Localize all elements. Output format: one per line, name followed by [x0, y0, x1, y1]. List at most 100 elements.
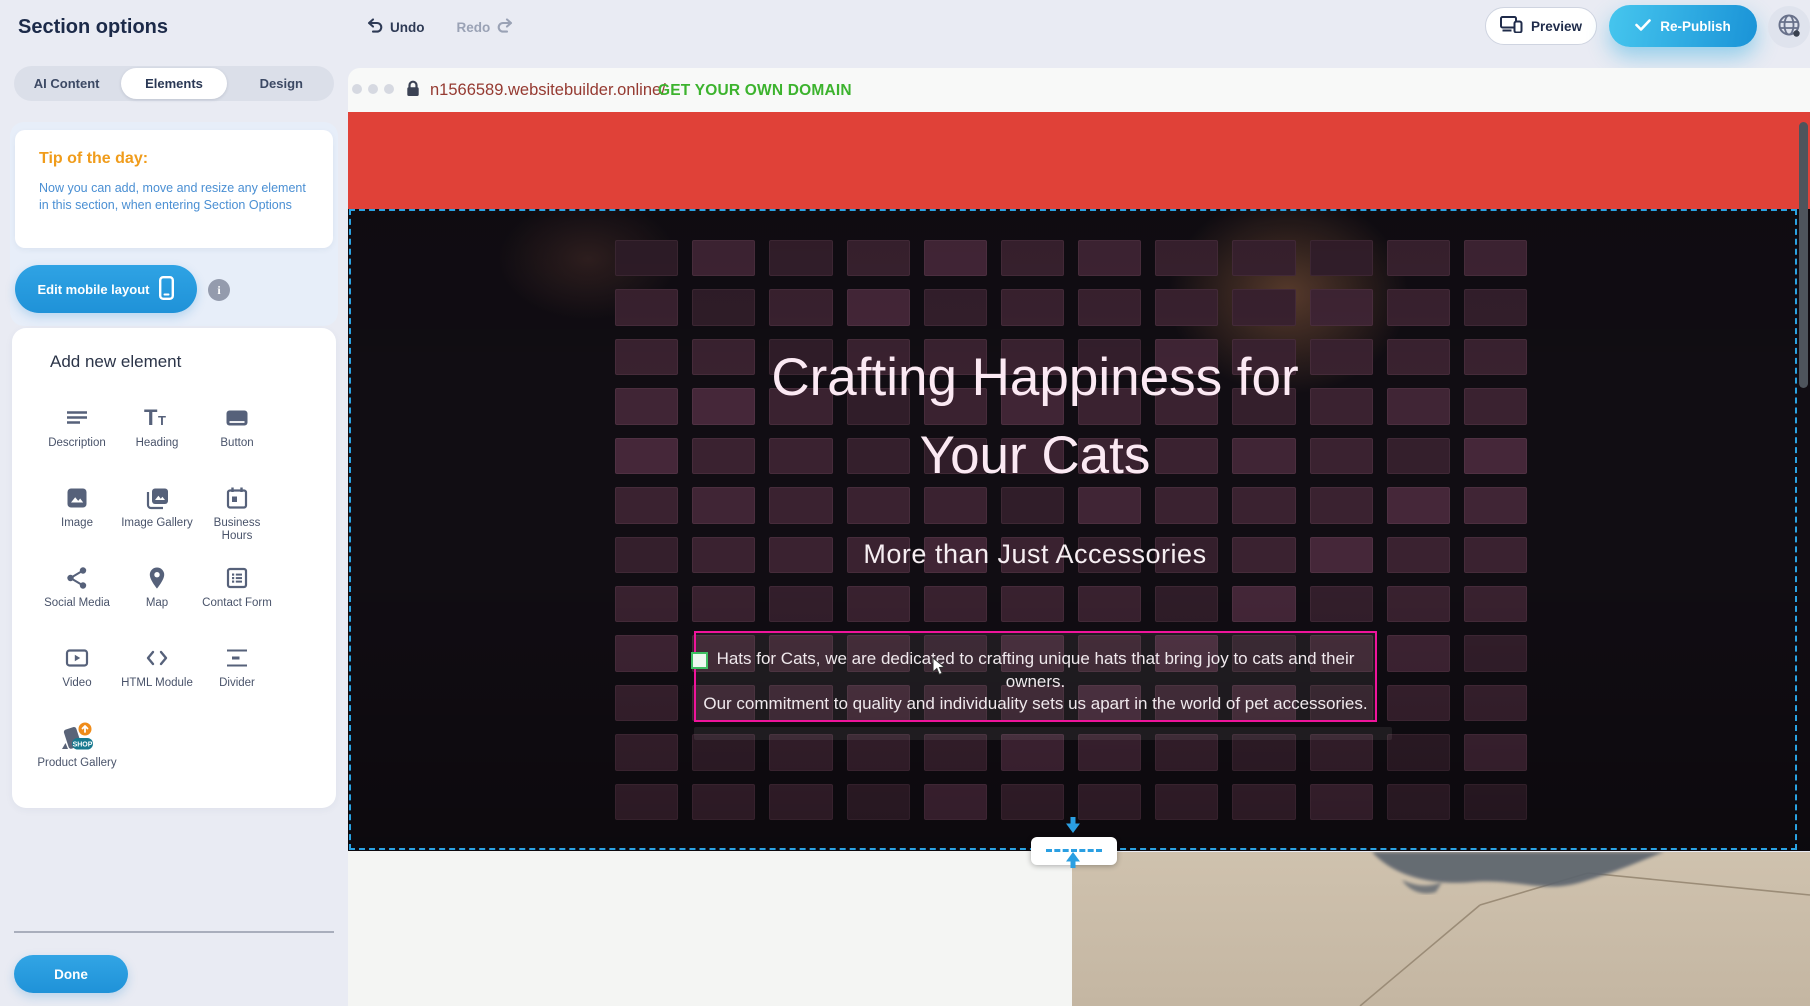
add-element-product-gallery[interactable]: SHOP Product Gallery [37, 713, 117, 793]
get-domain-link[interactable]: GET YOUR OWN DOMAIN [658, 82, 852, 100]
hero-tile [924, 289, 987, 325]
hero-tile [1464, 289, 1527, 325]
description-icon [65, 403, 89, 433]
add-element-heading[interactable]: TT Heading [117, 393, 197, 473]
hero-tile [1387, 784, 1450, 820]
hero-tile [1464, 734, 1527, 770]
sidebar-divider [14, 931, 334, 933]
hero-tile [1387, 240, 1450, 276]
add-element-image[interactable]: Image [37, 473, 117, 553]
add-element-video[interactable]: Video [37, 633, 117, 713]
tip-title: Tip of the day: [39, 150, 148, 168]
hero-tile [692, 240, 755, 276]
hero-tile [1310, 586, 1373, 622]
hero-tile [692, 289, 755, 325]
contact-form-icon [225, 563, 249, 593]
hero-tile [615, 586, 678, 622]
next-section-blank [348, 851, 1072, 1006]
hero-tile [924, 240, 987, 276]
info-icon[interactable]: i [208, 279, 230, 301]
hero-subheading[interactable]: More than Just Accessories [349, 539, 1721, 570]
undo-icon [366, 18, 384, 36]
hero-tile [1232, 784, 1295, 820]
add-element-grid: Description TT Heading Button Image Imag… [37, 393, 317, 793]
hero-tile [1310, 240, 1373, 276]
devices-icon [1500, 16, 1523, 36]
hero-tile [1387, 734, 1450, 770]
video-icon [65, 643, 89, 673]
hero-tile [769, 784, 832, 820]
tab-elements[interactable]: Elements [121, 68, 226, 99]
add-element-image-gallery[interactable]: Image Gallery [117, 473, 197, 553]
hero-tile [1310, 784, 1373, 820]
section-resize-arrow-up-icon [1065, 852, 1081, 873]
business-hours-icon [225, 483, 249, 513]
hero-tile [1155, 586, 1218, 622]
next-section-floor-image [1072, 852, 1810, 1006]
hero-tile [1232, 586, 1295, 622]
add-element-button[interactable]: Button [197, 393, 277, 473]
done-button[interactable]: Done [14, 955, 128, 993]
hero-tile [1464, 685, 1527, 721]
image-icon [65, 483, 89, 513]
hero-tile [692, 784, 755, 820]
svg-text:SHOP: SHOP [73, 742, 93, 749]
hero-tile [847, 289, 910, 325]
hero-tile [615, 289, 678, 325]
hero-tile [769, 240, 832, 276]
browser-scrollbar-thumb[interactable] [1799, 122, 1808, 388]
selected-text-element[interactable]: Hats for Cats, we are dedicated to craft… [694, 631, 1377, 722]
edit-mobile-layout-button[interactable]: Edit mobile layout [15, 265, 197, 313]
republish-button[interactable]: Re-Publish [1609, 5, 1757, 47]
hero-tile [1387, 635, 1450, 671]
undo-button[interactable]: Undo [366, 18, 425, 36]
add-element-map[interactable]: Map [117, 553, 197, 633]
hero-heading[interactable]: Crafting Happiness for Your Cats [349, 339, 1721, 495]
drop-zone-indicator [694, 727, 1392, 740]
hero-tile [1155, 240, 1218, 276]
language-globe-button[interactable] [1768, 6, 1810, 48]
add-element-html-module[interactable]: HTML Module [117, 633, 197, 713]
add-element-business-hours[interactable]: Business Hours [197, 473, 277, 553]
address-bar-url[interactable]: n1566589.websitebuilder.online/ [430, 81, 666, 100]
hero-tile [615, 635, 678, 671]
social-media-icon [65, 563, 89, 593]
add-element-divider[interactable]: Divider [197, 633, 277, 713]
add-element-description[interactable]: Description [37, 393, 117, 473]
redo-icon [496, 18, 514, 36]
mouse-cursor [932, 657, 946, 681]
product-gallery-icon: SHOP [58, 723, 96, 753]
hero-tile [847, 240, 910, 276]
hero-tile [1078, 586, 1141, 622]
hero-tile [1310, 289, 1373, 325]
hero-tile [1155, 289, 1218, 325]
hero-tile [1001, 784, 1064, 820]
hero-tile [1232, 289, 1295, 325]
history-controls: Undo Redo [366, 14, 514, 40]
redo-button[interactable]: Redo [457, 18, 515, 36]
hero-tile [1464, 635, 1527, 671]
hero-tile [1232, 240, 1295, 276]
hero-tile [847, 586, 910, 622]
check-icon [1635, 19, 1651, 34]
hero-tile [1001, 240, 1064, 276]
add-element-contact-form[interactable]: Contact Form [197, 553, 277, 633]
hero-section[interactable]: Crafting Happiness for Your Cats More th… [348, 209, 1810, 851]
hero-tile [1387, 586, 1450, 622]
add-element-social-media[interactable]: Social Media [37, 553, 117, 633]
hero-tile [1155, 784, 1218, 820]
phone-icon [159, 276, 174, 303]
hero-tile [1387, 685, 1450, 721]
image-gallery-icon [144, 483, 170, 513]
hero-tile [769, 586, 832, 622]
hero-tile [1078, 784, 1141, 820]
tab-ai-content[interactable]: AI Content [14, 66, 119, 101]
svg-text:T: T [158, 413, 166, 428]
element-resize-handle[interactable] [691, 652, 708, 669]
hero-tile [1464, 586, 1527, 622]
hero-tile [1464, 240, 1527, 276]
globe-icon [1776, 12, 1802, 43]
preview-button[interactable]: Preview [1485, 7, 1597, 45]
hero-tile [769, 289, 832, 325]
tab-design[interactable]: Design [229, 66, 334, 101]
